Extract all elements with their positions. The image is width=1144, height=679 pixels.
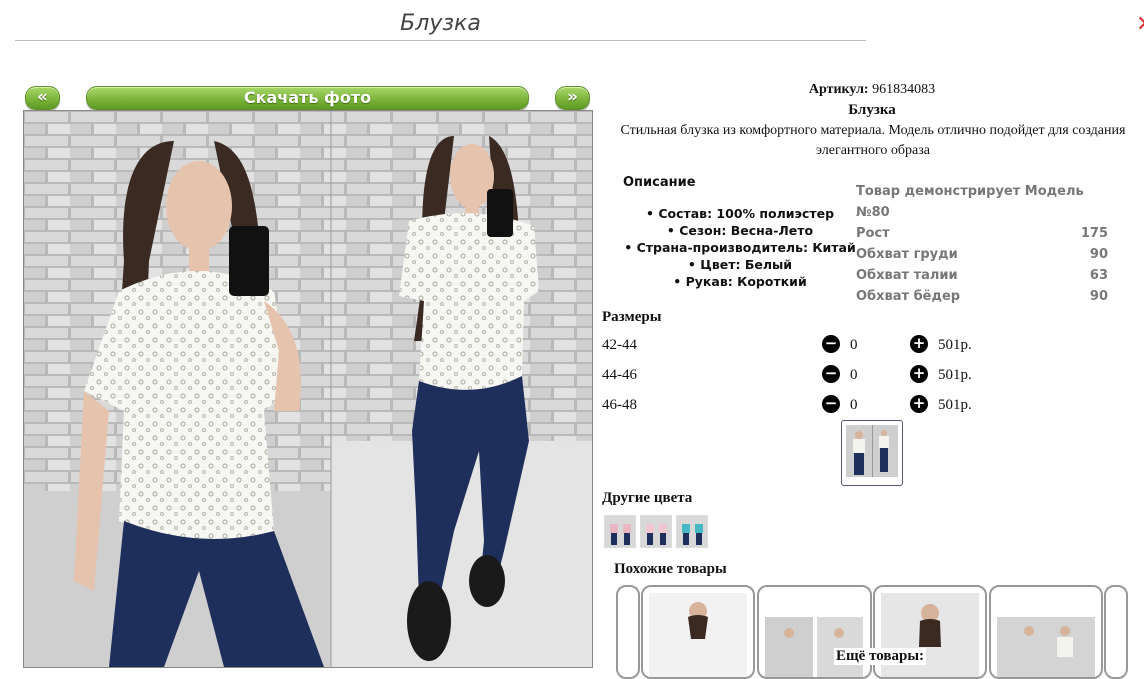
size-row: 42-44 − 0 + 501р. — [602, 335, 1022, 357]
minus-icon[interactable]: − — [822, 395, 840, 413]
article-label: Артикул: — [808, 82, 869, 97]
current-photo-thumbnail[interactable] — [841, 420, 903, 486]
model-row: Обхват талии 63 — [856, 265, 1108, 286]
model-row-value: 63 — [1089, 268, 1108, 283]
details-title: Описание — [623, 175, 696, 190]
color-variant-image — [677, 516, 707, 547]
prev-photo-button[interactable]: « — [25, 86, 60, 110]
details-item: Страна-производитель: Китай — [610, 239, 870, 256]
color-variant-image — [641, 516, 671, 547]
model-row-label: Рост — [856, 226, 890, 241]
details-item: Рукав: Короткий — [610, 273, 870, 290]
model-row: Обхват бёдер 90 — [856, 286, 1108, 307]
similar-product-card[interactable] — [641, 585, 755, 679]
size-price: 501р. — [938, 337, 972, 353]
details-item: Состав: 100% полиэстер — [610, 205, 870, 222]
model-row-label: Обхват груди — [856, 247, 958, 262]
model-row-label: Обхват талии — [856, 268, 958, 283]
model-row-value: 90 — [1089, 289, 1108, 304]
product-photo-image — [24, 111, 592, 667]
article-value: 961834083 — [872, 82, 936, 97]
size-label: 42-44 — [602, 337, 637, 353]
thumbnail-image — [846, 425, 898, 477]
details-list: Состав: 100% полиэстер Сезон: Весна-Лето… — [610, 205, 870, 290]
similar-products-title: Похожие товары — [614, 561, 727, 577]
size-price: 501р. — [938, 367, 972, 383]
color-variant-pink[interactable] — [604, 515, 636, 548]
size-price: 501р. — [938, 397, 972, 413]
plus-icon[interactable]: + — [910, 395, 928, 413]
plus-icon[interactable]: + — [910, 365, 928, 383]
similar-product-card[interactable] — [989, 585, 1103, 679]
article: Артикул: 961834083 — [600, 82, 1144, 98]
minus-icon[interactable]: − — [822, 365, 840, 383]
model-row-label: Обхват бёдер — [856, 289, 961, 304]
plus-icon[interactable]: + — [910, 335, 928, 353]
size-label: 46-48 — [602, 397, 637, 413]
size-label: 44-46 — [602, 367, 637, 383]
size-row: 46-48 − 0 + 501р. — [602, 395, 1022, 417]
details-item: Сезон: Весна-Лето — [610, 222, 870, 239]
color-variant-pink-2[interactable] — [640, 515, 672, 548]
product-photo — [23, 110, 593, 668]
download-photo-button[interactable]: Скачать фото — [86, 86, 529, 110]
model-row: Рост 175 — [856, 223, 1108, 244]
model-measurements: Товар демонстрирует Модель №80 Рост 175 О… — [856, 181, 1108, 307]
size-row: 44-46 − 0 + 501р. — [602, 365, 1022, 387]
product-name: Блузка — [848, 102, 896, 118]
product-description: Стильная блузка из комфортного материала… — [620, 123, 1126, 158]
similar-product-image — [997, 617, 1095, 677]
model-row: Обхват груди 90 — [856, 244, 1108, 265]
other-colors-title: Другие цвета — [602, 490, 693, 506]
next-photo-button[interactable]: » — [555, 86, 590, 110]
size-qty: 0 — [850, 367, 858, 383]
size-qty: 0 — [850, 397, 858, 413]
model-row-value: 90 — [1089, 247, 1108, 262]
model-row-value: 175 — [1080, 226, 1108, 241]
more-products-label: Ещё товары: — [834, 648, 927, 665]
size-qty: 0 — [850, 337, 858, 353]
similar-scroll-left[interactable] — [616, 585, 640, 679]
similar-product-image — [649, 593, 747, 677]
color-variant-turquoise[interactable] — [676, 515, 708, 548]
similar-scroll-right[interactable] — [1104, 585, 1128, 679]
minus-icon[interactable]: − — [822, 335, 840, 353]
color-variant-image — [605, 516, 635, 547]
close-icon[interactable]: ✕ — [1136, 14, 1144, 36]
sizes-title: Размеры — [602, 309, 662, 325]
model-header: Товар демонстрирует Модель №80 — [856, 184, 1084, 220]
page-title: Блузка — [15, 8, 866, 41]
details-item: Цвет: Белый — [610, 256, 870, 273]
